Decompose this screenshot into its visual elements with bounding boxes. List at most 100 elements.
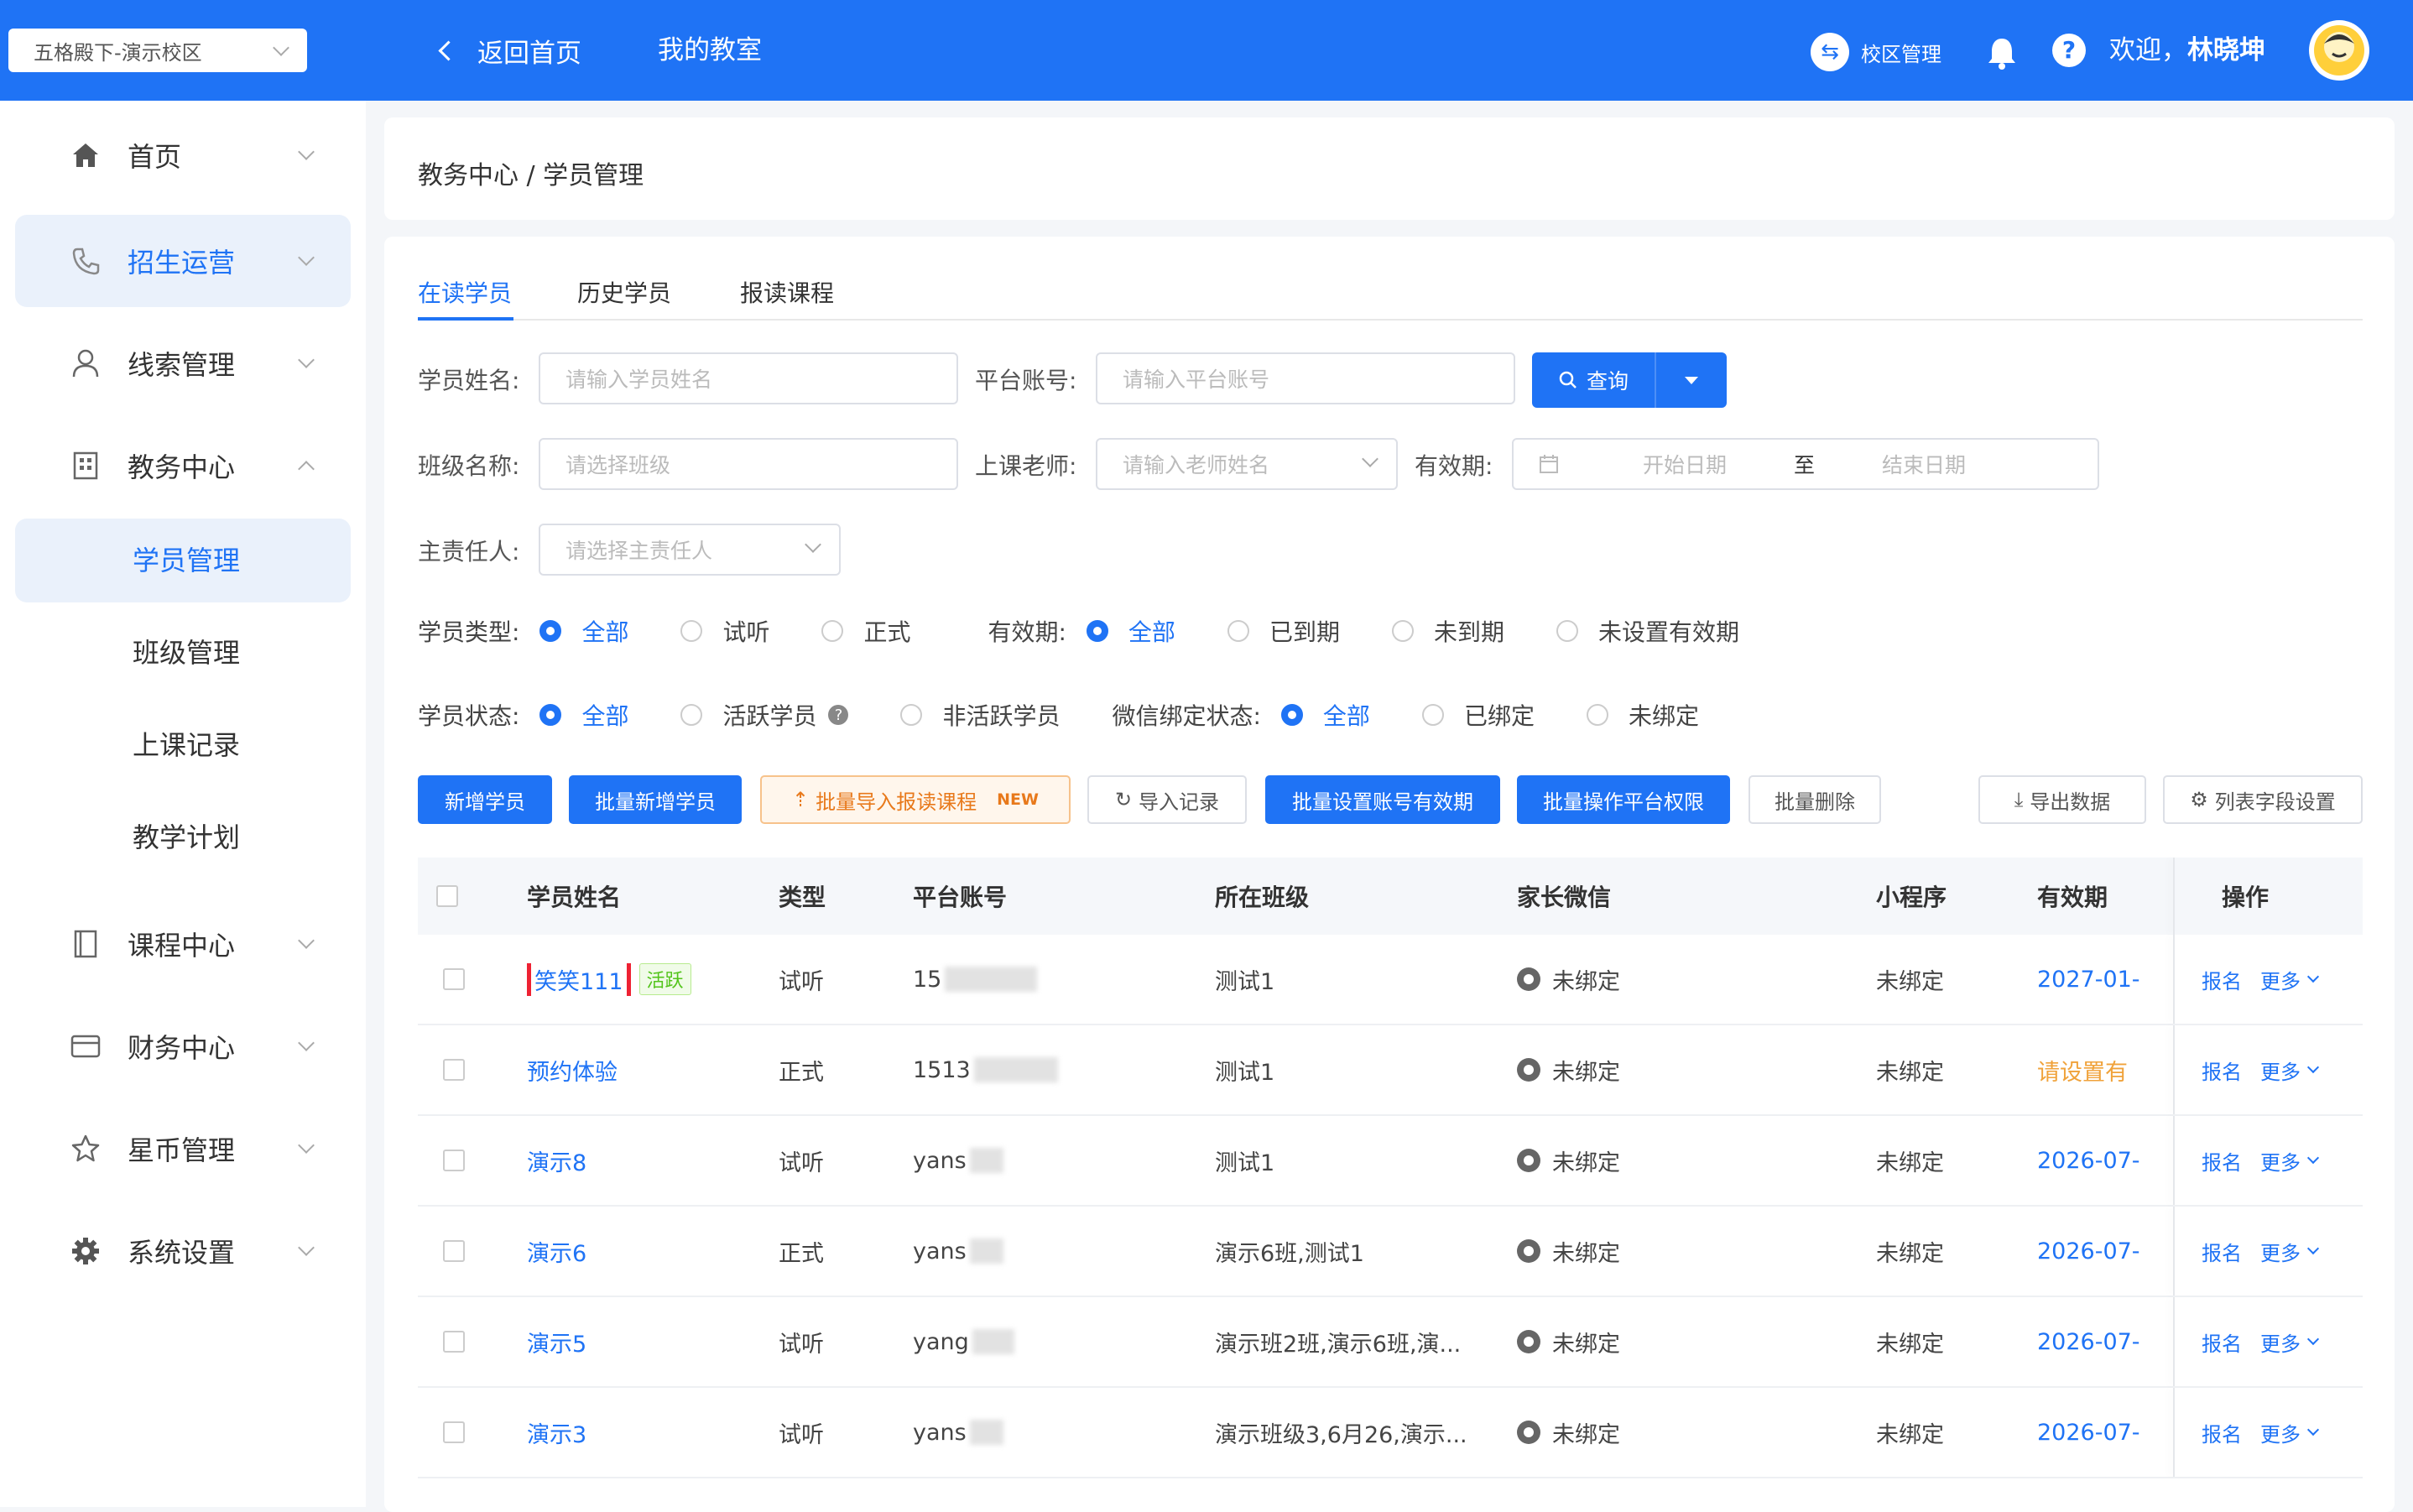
- column-settings-button[interactable]: ⚙ 列表字段设置: [2163, 775, 2363, 824]
- radio-validity-not-expired[interactable]: 未到期: [1391, 614, 1504, 648]
- enroll-link[interactable]: 报名: [2202, 1056, 2242, 1085]
- enroll-link[interactable]: 报名: [2202, 965, 2242, 994]
- help-icon[interactable]: ?: [2052, 34, 2086, 67]
- validity-cell[interactable]: 2026-07-: [2037, 1297, 2140, 1386]
- more-dropdown[interactable]: 更多: [2260, 1327, 2320, 1357]
- campus-management-button[interactable]: ⇆ 校区管理: [1811, 30, 1941, 74]
- radio-validity-all[interactable]: 全部: [1086, 614, 1175, 648]
- radio-status-all[interactable]: 全部: [539, 698, 628, 732]
- sidebar-item-courses[interactable]: 课程中心: [15, 898, 351, 990]
- wechat-cell: 未绑定: [1517, 1025, 1620, 1114]
- sidebar-item-home[interactable]: 首页: [15, 109, 351, 201]
- query-main[interactable]: 查询: [1532, 352, 1656, 408]
- tab-enrolled-courses[interactable]: 报读课程: [740, 275, 834, 309]
- batch-import-courses-button[interactable]: ⇡ 批量导入报读课程 NEW: [760, 775, 1071, 824]
- sidebar-subitem-teaching-plan[interactable]: 教学计划: [15, 795, 351, 879]
- row-checkbox[interactable]: [443, 968, 465, 990]
- sidebar-item-settings[interactable]: 系统设置: [15, 1205, 351, 1297]
- miniapp-cell: 未绑定: [1876, 1150, 1944, 1176]
- radio-student-type-formal[interactable]: 正式: [821, 614, 910, 648]
- avatar[interactable]: [2309, 20, 2369, 81]
- teacher-label: 上课老师:: [975, 452, 1077, 480]
- student-name-link[interactable]: 预约体验: [527, 1054, 618, 1087]
- batch-add-student-button[interactable]: 批量新增学员: [569, 775, 742, 824]
- row-actions: 报名 更多: [2202, 1237, 2320, 1266]
- batch-import-label: 批量导入报读课程: [816, 790, 977, 814]
- radio-status-active[interactable]: 活跃学员 ?: [680, 698, 849, 732]
- teacher-select[interactable]: 请输入老师姓名: [1096, 438, 1398, 490]
- more-dropdown[interactable]: 更多: [2260, 1237, 2320, 1266]
- student-name-link[interactable]: 演示6: [527, 1235, 586, 1268]
- student-name-link[interactable]: 演示8: [527, 1144, 586, 1177]
- sidebar-subitem-class-mgmt[interactable]: 班级管理: [15, 611, 351, 695]
- row-checkbox[interactable]: [443, 1150, 465, 1171]
- owner-select[interactable]: 请选择主责任人: [539, 524, 841, 576]
- radio-student-type-all[interactable]: 全部: [539, 614, 628, 648]
- platform-account-input[interactable]: 请输入平台账号: [1096, 352, 1515, 404]
- batch-platform-permission-button[interactable]: 批量操作平台权限: [1517, 775, 1730, 824]
- student-name-link[interactable]: 演示3: [527, 1416, 586, 1449]
- col-header-name[interactable]: 学员姓名: [527, 858, 621, 935]
- campus-select[interactable]: 五格殿下-演示校区: [8, 29, 307, 72]
- more-dropdown[interactable]: 更多: [2260, 1056, 2320, 1085]
- avatar-face-icon: [2314, 25, 2364, 76]
- enroll-link[interactable]: 报名: [2202, 1418, 2242, 1447]
- class-cell: 测试1: [1215, 968, 1275, 995]
- sidebar-item-academic[interactable]: 教务中心: [15, 420, 351, 512]
- import-records-button[interactable]: ↻ 导入记录: [1087, 775, 1247, 824]
- back-home-link[interactable]: 返回首页: [438, 29, 581, 72]
- help-icon[interactable]: ?: [828, 705, 849, 725]
- select-all-checkbox[interactable]: [436, 885, 458, 907]
- sidebar-item-enrollment[interactable]: 招生运营: [15, 215, 351, 307]
- radio-student-type-trial[interactable]: 试听: [680, 614, 769, 648]
- wechat-status-text: 未绑定: [1552, 968, 1620, 995]
- row-checkbox[interactable]: [443, 1421, 465, 1443]
- radio-validity-unset[interactable]: 未设置有效期: [1556, 614, 1739, 648]
- sidebar-item-leads[interactable]: 线索管理: [15, 317, 351, 409]
- bell-icon[interactable]: [1985, 35, 2019, 70]
- radio-status-inactive[interactable]: 非活跃学员: [900, 698, 1060, 732]
- student-name-link[interactable]: 笑笑111: [527, 962, 631, 996]
- batch-delete-button[interactable]: 批量删除: [1749, 775, 1881, 824]
- query-dropdown-toggle[interactable]: [1656, 352, 1727, 408]
- query-button[interactable]: 查询: [1532, 352, 1727, 408]
- sidebar-subitem-student-mgmt[interactable]: 学员管理: [15, 519, 351, 602]
- account-value: 1513: [913, 1056, 971, 1083]
- batch-set-validity-button[interactable]: 批量设置账号有效期: [1265, 775, 1500, 824]
- validity-cell[interactable]: 2026-07-: [2037, 1116, 2140, 1205]
- radio-label: 试听: [722, 618, 770, 646]
- enroll-link[interactable]: 报名: [2202, 1327, 2242, 1357]
- sidebar-item-finance[interactable]: 财务中心: [15, 1000, 351, 1092]
- my-classroom-link[interactable]: 我的教室: [658, 29, 762, 72]
- tab-history-students[interactable]: 历史学员: [577, 275, 671, 309]
- date-range-picker[interactable]: 开始日期 至 结束日期: [1512, 438, 2099, 490]
- export-data-button[interactable]: ⤓ 导出数据: [1978, 775, 2146, 824]
- sidebar-item-star-coins[interactable]: 星币管理: [15, 1103, 351, 1195]
- student-name-link[interactable]: 演示5: [527, 1326, 586, 1358]
- more-dropdown[interactable]: 更多: [2260, 965, 2320, 994]
- validity-cell[interactable]: 请设置有: [2037, 1025, 2128, 1114]
- radio-wechat-all[interactable]: 全部: [1280, 698, 1370, 732]
- enroll-link[interactable]: 报名: [2202, 1237, 2242, 1266]
- student-name-input[interactable]: 请输入学员姓名: [539, 352, 958, 404]
- wechat-status: 未绑定: [1517, 1416, 1620, 1449]
- add-student-button[interactable]: 新增学员: [418, 775, 552, 824]
- more-dropdown[interactable]: 更多: [2260, 1418, 2320, 1447]
- sidebar-subitem-lesson-records[interactable]: 上课记录: [15, 703, 351, 787]
- class-name-select[interactable]: 请选择班级: [539, 438, 958, 490]
- student-name-cell: 演示5: [527, 1297, 586, 1386]
- radio-wechat-bound[interactable]: 已绑定: [1421, 698, 1535, 732]
- validity-cell[interactable]: 2027-01-: [2037, 935, 2140, 1024]
- row-checkbox[interactable]: [443, 1059, 465, 1081]
- radio-validity-expired[interactable]: 已到期: [1227, 614, 1340, 648]
- validity-cell[interactable]: 2026-07-: [2037, 1207, 2140, 1296]
- campus-select-value: 五格殿下-演示校区: [34, 40, 202, 65]
- radio-wechat-unbound[interactable]: 未绑定: [1586, 698, 1699, 732]
- row-checkbox[interactable]: [443, 1331, 465, 1353]
- tab-current-students[interactable]: 在读学员: [418, 275, 512, 309]
- row-checkbox[interactable]: [443, 1240, 465, 1262]
- placeholder: 请输入老师姓名: [1123, 453, 1270, 477]
- enroll-link[interactable]: 报名: [2202, 1146, 2242, 1176]
- more-dropdown[interactable]: 更多: [2260, 1146, 2320, 1176]
- validity-cell[interactable]: 2026-07-: [2037, 1388, 2140, 1477]
